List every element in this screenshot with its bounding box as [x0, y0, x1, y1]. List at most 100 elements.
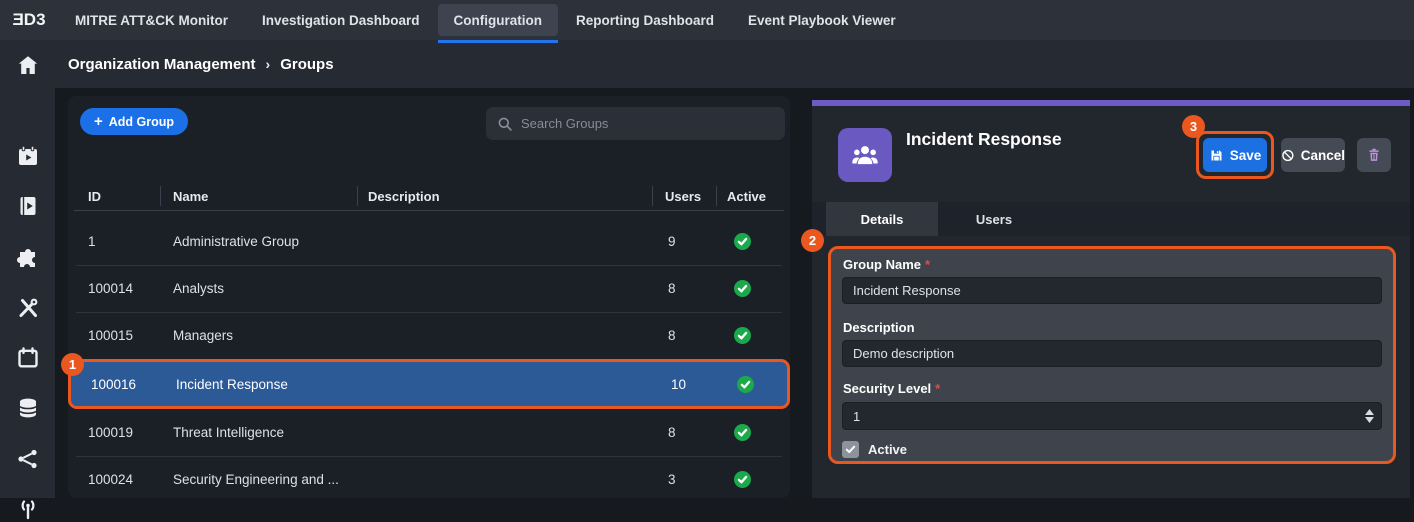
column-header-description[interactable]: Description	[368, 184, 440, 210]
active-check-icon	[734, 218, 751, 265]
search-groups-input[interactable]	[521, 116, 774, 131]
description-input[interactable]	[842, 340, 1382, 367]
column-divider	[357, 186, 358, 206]
nav-item-event-playbook-viewer[interactable]: Event Playbook Viewer	[731, 0, 913, 40]
security-level-input[interactable]	[842, 402, 1382, 430]
annotation-badge-2: 2	[801, 229, 824, 252]
active-check-icon	[734, 456, 751, 498]
breadcrumb-current: Groups	[280, 56, 333, 73]
column-header-name[interactable]: Name	[173, 184, 208, 210]
active-check-icon	[734, 409, 751, 456]
nav-item-configuration[interactable]: Configuration	[437, 0, 559, 40]
cell-id: 100016	[91, 362, 136, 406]
stepper-down-icon[interactable]	[1365, 417, 1374, 423]
cell-users: 8	[668, 265, 676, 312]
column-header-id[interactable]: ID	[88, 184, 101, 210]
search-groups-box	[486, 107, 785, 140]
broadcast-icon[interactable]	[15, 496, 41, 522]
save-button[interactable]: Save	[1203, 138, 1267, 172]
group-name-label: Group Name*	[843, 257, 930, 272]
save-floppy-icon	[1209, 148, 1224, 163]
cell-id: 100015	[88, 312, 133, 359]
column-divider	[160, 186, 161, 206]
cell-name: Administrative Group	[173, 218, 299, 265]
required-asterisk: *	[925, 257, 930, 272]
utilities-tools-icon[interactable]	[15, 295, 41, 321]
save-label: Save	[1230, 148, 1262, 163]
column-header-active[interactable]: Active	[727, 184, 766, 210]
description-label: Description	[843, 320, 915, 335]
cell-name: Threat Intelligence	[173, 409, 284, 456]
trash-icon	[1366, 147, 1382, 163]
breadcrumb: Organization Management › Groups	[55, 40, 1414, 88]
nav-item-label: MITRE ATT&CK Monitor	[75, 13, 228, 28]
column-divider	[652, 186, 653, 206]
breadcrumb-parent[interactable]: Organization Management	[68, 56, 256, 73]
nav-item-label: Event Playbook Viewer	[748, 13, 896, 28]
group-detail-panel: Incident Response Save Cancel Details Us…	[812, 100, 1410, 498]
cell-name: Analysts	[173, 265, 224, 312]
cell-id: 100024	[88, 456, 133, 498]
cell-name: Managers	[173, 312, 233, 359]
home-icon[interactable]	[15, 52, 41, 78]
tab-details[interactable]: Details	[826, 202, 938, 236]
cell-users: 3	[668, 456, 676, 498]
group-details-form: Group Name* Description Security Level* …	[828, 246, 1396, 464]
nav-item-reporting-dashboard[interactable]: Reporting Dashboard	[559, 0, 731, 40]
users-group-icon	[849, 139, 881, 171]
table-row-incident-response-selected[interactable]: 100016 Incident Response 10	[68, 359, 790, 409]
d3-logo: ƎD3	[0, 0, 58, 40]
plus-icon: +	[94, 114, 103, 129]
nav-item-label: Configuration	[454, 13, 542, 28]
column-header-users[interactable]: Users	[665, 184, 701, 210]
nav-item-label: Reporting Dashboard	[576, 13, 714, 28]
cell-users: 9	[668, 218, 676, 265]
annotation-badge-1: 1	[61, 353, 84, 376]
playbook-icon[interactable]	[15, 193, 41, 219]
connections-share-icon[interactable]	[15, 446, 41, 472]
group-name-input[interactable]	[842, 277, 1382, 304]
cell-id: 1	[88, 218, 96, 265]
cell-users: 10	[671, 362, 686, 406]
nav-item-investigation-dashboard[interactable]: Investigation Dashboard	[245, 0, 437, 40]
table-row-threat-intelligence[interactable]: 100019 Threat Intelligence 8	[68, 409, 790, 456]
nav-item-label: Investigation Dashboard	[262, 13, 420, 28]
left-sidebar	[0, 40, 55, 498]
panel-title: Incident Response	[906, 129, 1062, 150]
cancel-button[interactable]: Cancel	[1281, 138, 1345, 172]
cell-users: 8	[668, 312, 676, 359]
header-divider	[74, 210, 784, 211]
search-icon	[497, 116, 513, 132]
table-row-analysts[interactable]: 100014 Analysts 8	[68, 265, 790, 312]
cancel-label: Cancel	[1301, 148, 1345, 163]
groups-table-card: + Add Group ID Name Description Users Ac…	[68, 96, 790, 498]
table-row-managers[interactable]: 100015 Managers 8	[68, 312, 790, 359]
cell-id: 100014	[88, 265, 133, 312]
event-calendar-icon[interactable]	[15, 143, 41, 169]
stepper-up-icon[interactable]	[1365, 409, 1374, 415]
cell-name: Security Engineering and ...	[173, 456, 339, 498]
table-row-administrative-group[interactable]: 1 Administrative Group 9	[68, 218, 790, 265]
top-navigation-bar: ƎD3 MITRE ATT&CK Monitor Investigation D…	[0, 0, 1414, 40]
schedule-calendar-icon[interactable]	[15, 345, 41, 371]
group-avatar-tile	[838, 128, 892, 182]
table-row-security-engineering[interactable]: 100024 Security Engineering and ... 3	[68, 456, 790, 498]
database-icon[interactable]	[15, 395, 41, 421]
cell-name: Incident Response	[176, 362, 288, 406]
cell-users: 8	[668, 409, 676, 456]
ban-icon	[1281, 148, 1295, 163]
active-checkbox-row[interactable]: Active	[842, 441, 907, 458]
delete-button[interactable]	[1357, 138, 1391, 172]
active-checkbox[interactable]	[842, 441, 859, 458]
integrations-puzzle-icon[interactable]	[15, 245, 41, 271]
number-stepper[interactable]	[1357, 402, 1381, 430]
required-asterisk: *	[935, 381, 940, 396]
active-check-icon	[734, 265, 751, 312]
annotation-badge-3: 3	[1182, 115, 1205, 138]
nav-item-mitre-attack-monitor[interactable]: MITRE ATT&CK Monitor	[58, 0, 245, 40]
tab-users[interactable]: Users	[938, 202, 1050, 236]
add-group-button[interactable]: + Add Group	[80, 108, 188, 135]
active-check-icon	[734, 312, 751, 359]
column-divider	[716, 186, 717, 206]
active-check-icon	[737, 362, 754, 406]
